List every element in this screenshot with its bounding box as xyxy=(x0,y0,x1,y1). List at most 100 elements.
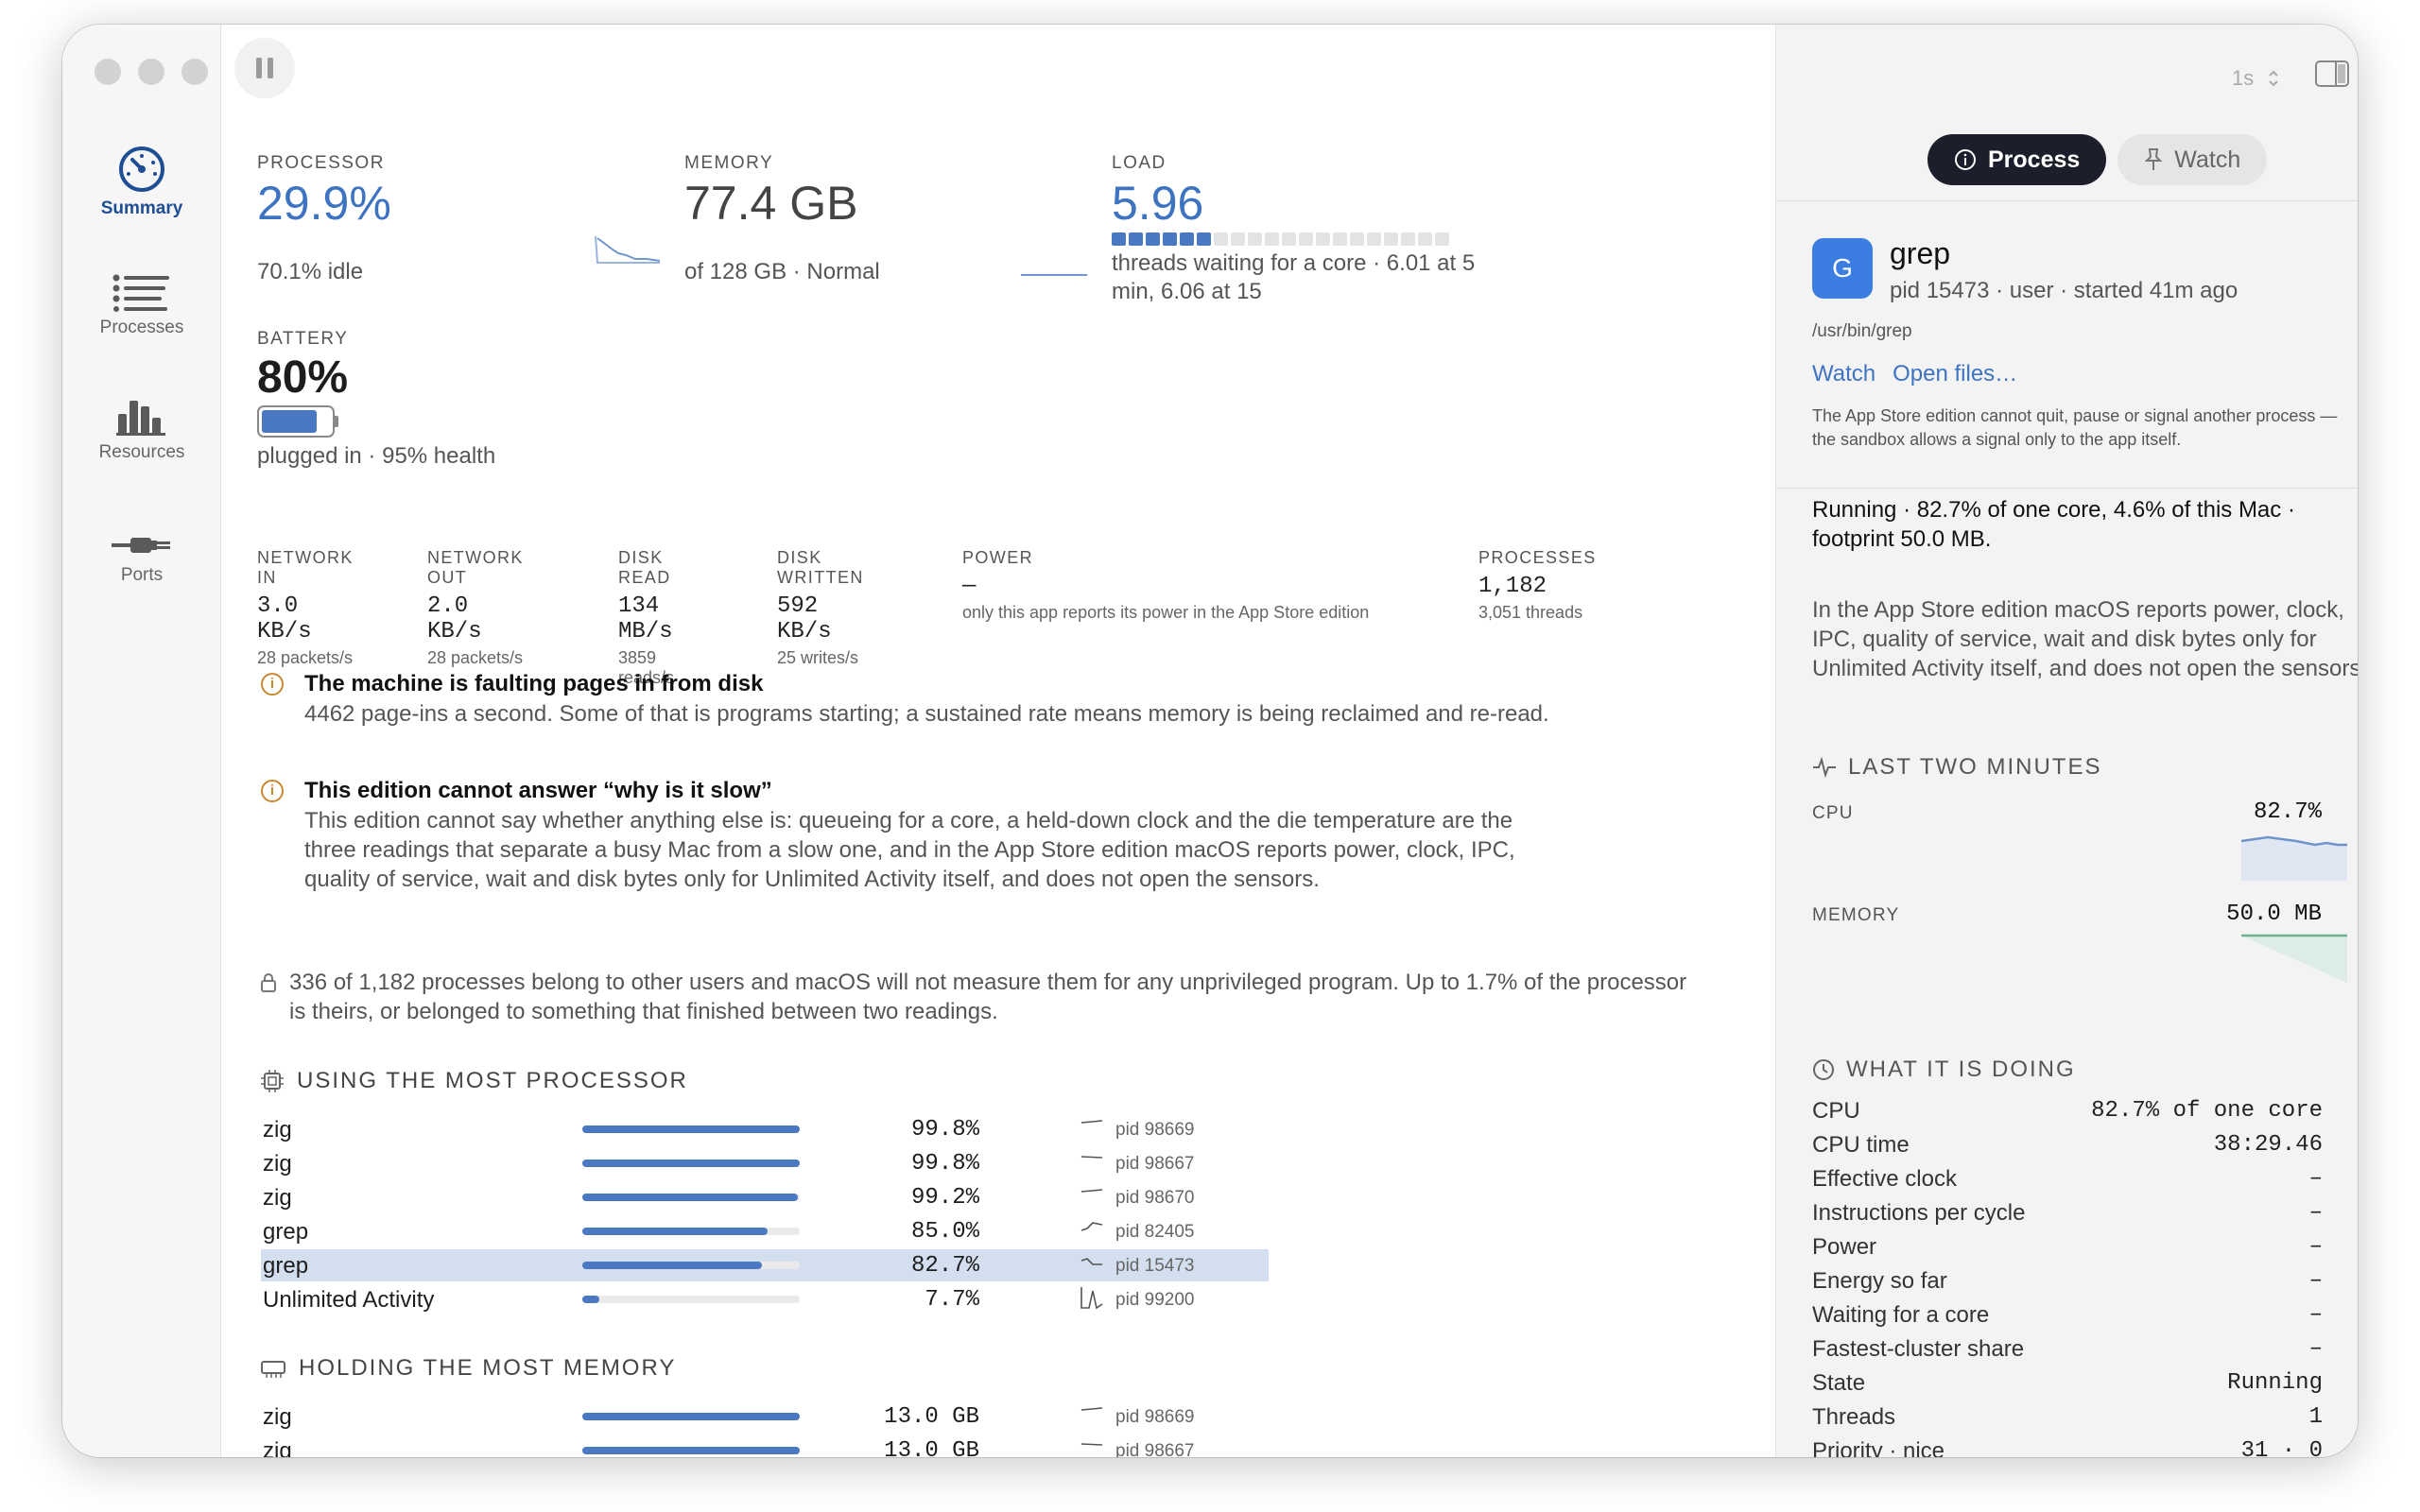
cpu-row[interactable]: zig 99.2% pid 98670 xyxy=(261,1181,1269,1213)
stat-disk-written: DISK WRITTEN 592 KB/s 25 writes/s xyxy=(777,548,864,668)
load-segment xyxy=(1163,232,1177,246)
usage-value: 13.0 GB xyxy=(884,1438,979,1457)
detail-row: Instructions per cycle – xyxy=(1812,1200,2323,1227)
memory-card: MEMORY 77.4 GB of 128 GB · Normal xyxy=(684,153,880,285)
load-segment xyxy=(1401,232,1415,246)
nav-item-processes[interactable]: Processes xyxy=(62,274,221,338)
detail-key: CPU time xyxy=(1812,1132,1910,1158)
load-segment xyxy=(1299,232,1313,246)
battery-label: BATTERY xyxy=(257,329,349,349)
stat-label: PROCESSES xyxy=(1478,548,1597,567)
minimize-button[interactable] xyxy=(138,59,164,85)
cpu-row[interactable]: zig 99.8% pid 98667 xyxy=(261,1147,1269,1179)
cpu-row[interactable]: Unlimited Activity 7.7% pid 99200 xyxy=(261,1283,1269,1315)
load-segment xyxy=(1214,232,1228,246)
detail-key: Fastest-cluster share xyxy=(1812,1336,2025,1362)
privacy-note: 336 of 1,182 processes belong to other u… xyxy=(261,968,1736,1026)
detail-key: Priority · nice xyxy=(1812,1438,1945,1457)
usage-value: 99.2% xyxy=(910,1185,979,1211)
detail-value: – xyxy=(2308,1234,2323,1260)
window-controls xyxy=(95,59,208,85)
memory-row[interactable]: zig 13.0 GB pid 98667 xyxy=(261,1435,1269,1457)
info-warning-icon: i xyxy=(261,780,284,802)
battery-card: BATTERY 80% plugged in · 95% health xyxy=(257,329,495,470)
load-segment xyxy=(1333,232,1347,246)
processor-idle: 70.1% idle xyxy=(257,259,364,284)
load-segment xyxy=(1367,232,1381,246)
stat-label: NETWORK IN xyxy=(257,548,354,587)
load-meter xyxy=(1112,232,1518,246)
activity-pulse-icon xyxy=(1813,757,1836,778)
load-detail: threads waiting for a core · 6.01 at 5 m… xyxy=(1112,250,1476,304)
load-value: 5.96 xyxy=(1112,177,1204,230)
process-meta: pid 15473 · user · started 41m ago xyxy=(1890,278,2238,303)
warning-title: This edition cannot answer “why is it sl… xyxy=(304,778,772,803)
cpu-row[interactable]: grep 82.7% pid 15473 xyxy=(261,1249,1269,1281)
stat-label: DISK WRITTEN xyxy=(777,548,864,587)
watch-link[interactable]: Watch xyxy=(1812,361,1876,387)
warning-body: 4462 page-ins a second. Some of that is … xyxy=(304,701,1549,727)
load-segment xyxy=(1282,232,1296,246)
stat-value: 1,182 xyxy=(1478,574,1547,599)
memory-detail: of 128 GB · Normal xyxy=(684,259,880,284)
usage-bar xyxy=(582,1447,800,1454)
tab-watch[interactable]: Watch xyxy=(2118,134,2268,185)
memory-section-title: HOLDING THE MOST MEMORY xyxy=(261,1355,676,1382)
info-icon xyxy=(1955,149,1976,170)
cpu-row[interactable]: grep 85.0% pid 82405 xyxy=(261,1215,1269,1247)
lock-icon xyxy=(261,973,276,992)
warning-title: The machine is faulting pages in from di… xyxy=(304,671,764,696)
usage-value: 82.7% xyxy=(910,1253,979,1279)
interval-stepper[interactable]: 1s xyxy=(2232,60,2279,96)
detail-key: Energy so far xyxy=(1812,1268,1947,1294)
load-segment xyxy=(1350,232,1364,246)
stat-value: 134 MB/s xyxy=(618,593,673,644)
toggle-sidebar-icon[interactable] xyxy=(2315,60,2349,87)
usage-bar xyxy=(582,1125,800,1133)
stat-network-out: NETWORK OUT 2.0 KB/s 28 packets/s xyxy=(427,548,524,668)
load-segment xyxy=(1180,232,1194,246)
stat-label: DISK READ xyxy=(618,548,671,587)
detail-key: CPU xyxy=(1812,1098,1860,1124)
cpu-row[interactable]: zig 99.8% pid 98669 xyxy=(261,1113,1269,1145)
what-it-is-doing-title: WHAT IT IS DOING xyxy=(1812,1057,2076,1083)
cpu-history-value: 82.7% xyxy=(2253,799,2322,825)
load-segment xyxy=(1435,232,1449,246)
nav-label-ports: Ports xyxy=(120,565,164,585)
processor-value: 29.9% xyxy=(257,177,391,230)
process-name: zig xyxy=(263,1185,292,1211)
nav-item-ports[interactable]: Ports xyxy=(62,531,221,586)
usage-bar xyxy=(582,1262,800,1269)
chip-icon xyxy=(261,1070,284,1092)
detail-row: Priority · nice 31 · 0 xyxy=(1812,1438,2323,1457)
edition-note: In the App Store edition macOS reports p… xyxy=(1812,597,2358,681)
usage-bar xyxy=(582,1413,800,1420)
load-segment xyxy=(1129,232,1143,246)
load-segment xyxy=(1418,232,1432,246)
stat-value: 592 KB/s xyxy=(777,593,832,644)
nav-item-summary[interactable]: Summary xyxy=(62,146,221,219)
usage-value: 99.8% xyxy=(910,1151,979,1177)
usage-value: 85.0% xyxy=(910,1219,979,1245)
history-sparkline xyxy=(1080,1156,1103,1159)
zoom-button[interactable] xyxy=(182,59,208,85)
memory-history-label: MEMORY xyxy=(1812,905,1900,925)
open-files-link[interactable]: Open files… xyxy=(1893,361,2017,387)
memory-value: 77.4 GB xyxy=(684,177,858,230)
stat-sub: only this app reports its power in the A… xyxy=(962,603,1370,622)
detail-value: 38:29.46 xyxy=(2213,1132,2323,1158)
nav-item-resources[interactable]: Resources xyxy=(62,395,221,463)
detail-row: Effective clock – xyxy=(1812,1166,2323,1193)
memory-label: MEMORY xyxy=(684,153,774,173)
close-button[interactable] xyxy=(95,59,121,85)
usage-value: 99.8% xyxy=(910,1117,979,1143)
detail-value: – xyxy=(2308,1200,2323,1226)
detail-row: CPU time 38:29.46 xyxy=(1812,1132,2323,1159)
detail-value: 31 · 0 xyxy=(2240,1438,2323,1457)
inspector-panel: 1s Process Watch G grep pid 15473 · user… xyxy=(1775,25,2358,1457)
detail-value: 82.7% of one core xyxy=(2091,1098,2323,1124)
memory-row[interactable]: zig 13.0 GB pid 98669 xyxy=(261,1400,1269,1433)
detail-row: Energy so far – xyxy=(1812,1268,2323,1295)
load-card: LOAD 5.96 threads waiting for a core · 6… xyxy=(1112,153,1518,306)
tab-process[interactable]: Process xyxy=(1927,134,2107,185)
